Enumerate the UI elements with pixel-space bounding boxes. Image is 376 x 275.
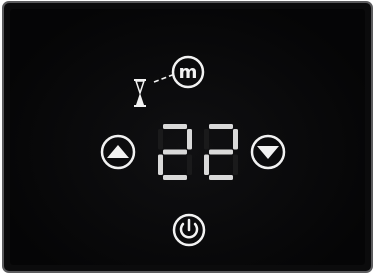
temperature-down-button[interactable] — [250, 134, 286, 170]
mode-arc — [153, 73, 176, 83]
mode-button[interactable]: m — [171, 55, 205, 89]
triangle-up-icon — [107, 145, 129, 158]
hourglass-icon — [134, 79, 146, 107]
power-button[interactable] — [172, 213, 206, 247]
power-icon — [179, 218, 199, 239]
mode-m-icon: m — [179, 62, 198, 83]
temperature-up-button[interactable] — [100, 134, 136, 170]
triangle-down-icon — [257, 146, 279, 159]
